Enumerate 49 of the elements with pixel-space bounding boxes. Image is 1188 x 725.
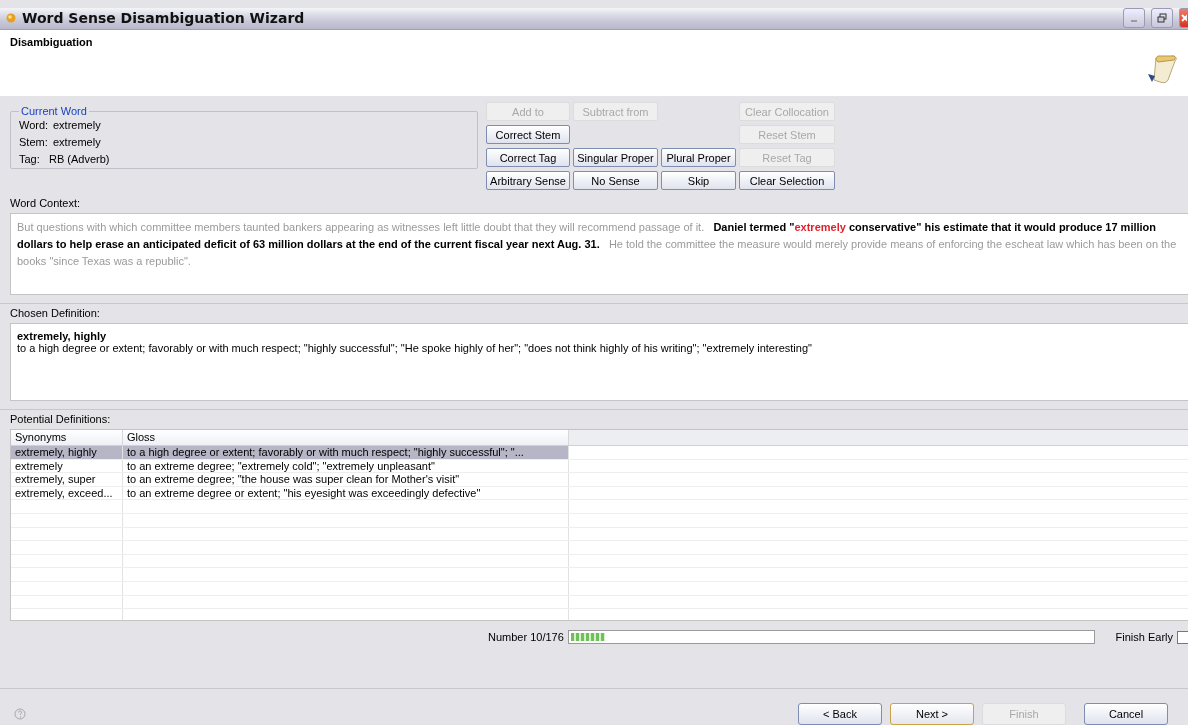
checkbox-label: Finish Early <box>1115 631 1173 643</box>
section-label: Word Context: <box>10 197 82 209</box>
wizard-button[interactable]: Cancel <box>1084 703 1168 725</box>
finish-early-checkbox[interactable] <box>1177 630 1188 644</box>
close-button[interactable] <box>1179 8 1188 29</box>
column-header[interactable]: Gloss <box>123 430 569 446</box>
wizard-button[interactable]: < Back <box>798 703 882 725</box>
action-button[interactable]: Singular Proper <box>573 148 658 167</box>
table-row[interactable]: extremely, exceed... to an extreme degree or extent; "his eyesight was exceedingly defective" <box>11 486 1188 501</box>
table-cell: to a high degree or extent; favorably or with much respect; "highly successful"; "... <box>123 446 569 459</box>
context-text: But questions with which committee members taunted bankers appearing as witnesses left little doubt that they will recommend passage of it. Daniel termed "extremely conservative" his estimate that it would produce 17 million dollars to help erase an anticipated deficit of 63 million dollars at the end of the current fiscal year next Aug. 31. He told the committee the measure would merely provide means of enforcing the escheat law which has been on the books "since Texas was a republic". <box>10 213 1188 295</box>
app-icon <box>6 13 16 24</box>
field-label: Stem: <box>19 135 47 150</box>
restore-button[interactable] <box>1151 8 1173 29</box>
action-button[interactable]: Clear Selection <box>739 171 835 190</box>
table-cell: to an extreme degree; "the house was super clean for Mother's visit" <box>123 473 569 486</box>
action-button[interactable]: No Sense <box>573 171 658 190</box>
table-cell: to an extreme degree; "extremely cold"; "extremely unpleasant" <box>123 459 569 473</box>
section-label: Potential Definitions: <box>10 413 112 425</box>
column-header[interactable]: Synonyms <box>11 430 123 446</box>
definition-gloss: to a high degree or extent; favorably or with much respect; "highly successful"; "He spoke highly of her"; "does not think highly of his writing"; "extremely interesting" <box>17 342 813 354</box>
wizard-button[interactable]: Next > <box>890 703 974 725</box>
field-label: Word: <box>19 118 47 133</box>
table-cell: to an extreme degree or extent; "his eyesight was exceedingly defective" <box>123 486 569 500</box>
action-button[interactable]: Correct Tag <box>486 148 570 167</box>
table-row[interactable]: extremely to an extreme degree; "extremely cold"; "extremely unpleasant" <box>11 459 1188 474</box>
minimize-button[interactable] <box>1123 8 1145 29</box>
page-title: Disambiguation <box>10 35 93 48</box>
close-icon <box>1181 13 1187 24</box>
action-button[interactable]: Skip <box>661 171 736 190</box>
table-cell: extremely <box>11 459 123 473</box>
definition-synonyms: extremely, highly <box>17 330 108 342</box>
table-row[interactable]: extremely, highly to a high degree or extent; favorably or with much respect; "highly successful"; "... <box>11 446 1188 460</box>
window-title: Word Sense Disambiguation Wizard <box>22 10 306 27</box>
action-button[interactable]: Correct Stem <box>486 125 570 144</box>
section-label: Chosen Definition: <box>10 307 101 319</box>
field-label: Tag: <box>19 152 41 167</box>
table-cell: extremely, exceed... <box>11 486 123 500</box>
action-button[interactable]: Plural Proper <box>661 148 736 167</box>
action-button[interactable]: Arbitrary Sense <box>486 171 570 190</box>
table-cell: extremely, highly <box>11 446 123 459</box>
progress-label: Number 10/176 <box>488 631 564 643</box>
table-cell: extremely, super <box>11 473 123 486</box>
field-value: extremely <box>53 135 101 150</box>
table-row[interactable]: extremely, super to an extreme degree; "the house was super clean for Mother's visit" <box>11 473 1188 487</box>
group-legend: Current Word <box>19 105 89 117</box>
field-value: RB (Adverb) <box>49 152 110 167</box>
restore-icon <box>1157 13 1167 24</box>
field-value: extremely <box>53 118 101 133</box>
